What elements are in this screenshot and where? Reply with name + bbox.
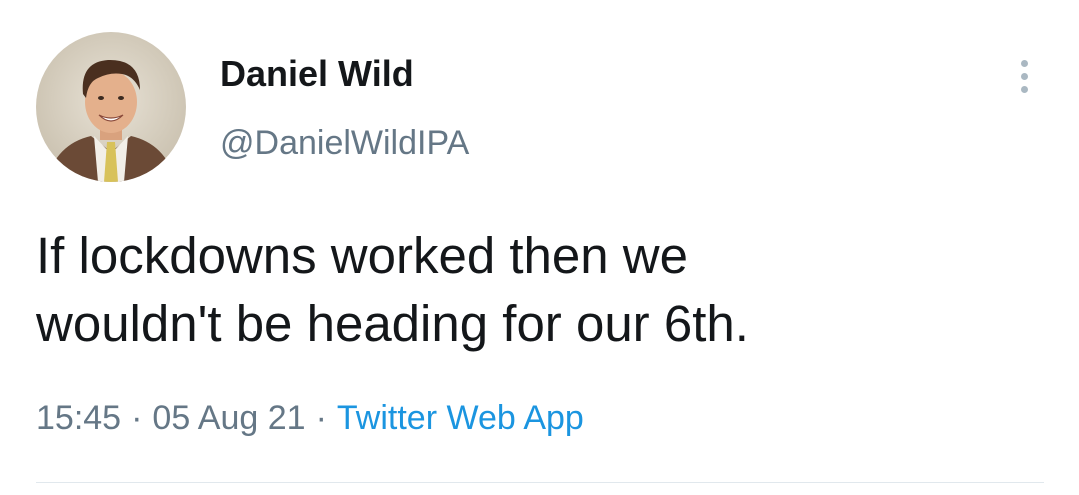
more-vertical-icon: [1020, 59, 1028, 67]
display-name[interactable]: Daniel Wild: [220, 53, 414, 95]
tweet-text: If lockdowns worked then we wouldn't be …: [36, 222, 1036, 358]
tweet-source-link[interactable]: Twitter Web App: [337, 399, 584, 437]
avatar[interactable]: [36, 32, 186, 182]
tweet-text-line: wouldn't be heading for our 6th.: [36, 295, 749, 352]
tweet-meta: 15:45 · 05 Aug 21 · Twitter Web App: [36, 399, 584, 438]
more-options-button[interactable]: [1005, 52, 1043, 100]
more-vertical-icon-dot: [1020, 85, 1028, 93]
tweet-text-line: If lockdowns worked then we: [36, 227, 688, 284]
tweet-card: Daniel Wild @DanielWildIPA If lockdowns …: [0, 0, 1079, 495]
tweet-date[interactable]: 05 Aug 21: [152, 399, 305, 437]
tweet-time[interactable]: 15:45: [36, 399, 121, 437]
profile-photo-icon: [36, 32, 186, 182]
divider: [36, 482, 1044, 483]
separator: ·: [131, 399, 143, 437]
user-handle[interactable]: @DanielWildIPA: [220, 124, 469, 163]
separator: ·: [315, 399, 327, 437]
more-vertical-icon-dot: [1020, 72, 1028, 80]
